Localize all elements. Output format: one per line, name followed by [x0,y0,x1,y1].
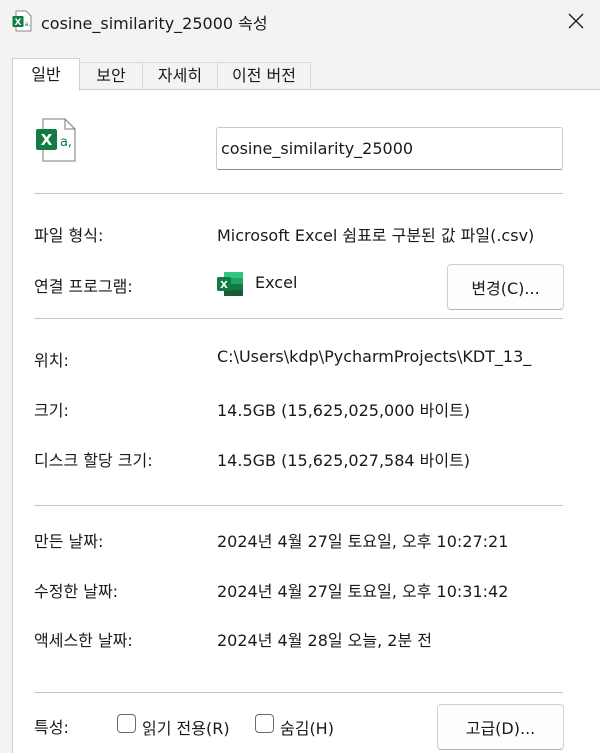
attributes-label: 특성: [34,718,69,737]
file-type-label: 파일 형식: [34,226,104,245]
svg-text:a,: a, [25,21,31,28]
divider [34,692,563,693]
csv-file-icon: X a, [12,10,32,32]
file-name-input[interactable] [216,127,563,170]
excel-app-icon: X [217,272,243,296]
title-bar: X a, cosine_similarity_25000 속성 [0,0,600,42]
svg-text:X: X [220,280,228,291]
change-program-button[interactable]: 변경(C)... [447,264,564,310]
tab-details[interactable]: 자세히 [142,62,218,90]
close-button[interactable] [556,2,596,40]
disk-size-label: 디스크 할당 크기: [34,451,153,470]
readonly-checkbox[interactable] [117,714,136,733]
excel-csv-file-icon: X a, [36,118,76,162]
file-type-value: Microsoft Excel 쉼표로 구분된 값 파일(.csv) [217,226,535,245]
readonly-checkbox-label[interactable]: 읽기 전용(R) [142,715,230,739]
opens-with-app-name: Excel [255,273,298,292]
tab-previous-versions[interactable]: 이전 버전 [217,62,311,90]
accessed-value: 2024년 4월 28일 오늘, 2분 전 [217,631,432,650]
location-label: 위치: [34,351,69,370]
divider [34,193,563,194]
divider [34,318,563,319]
opens-with-label: 연결 프로그램: [34,277,133,296]
size-label: 크기: [34,401,69,420]
modified-value: 2024년 4월 27일 토요일, 오후 10:31:42 [217,582,509,601]
excel-icon-letter: X [41,131,53,149]
divider [34,505,563,506]
general-tab-panel [12,89,600,753]
tab-general[interactable]: 일반 [12,58,80,91]
tab-security[interactable]: 보안 [79,62,143,90]
hidden-checkbox[interactable] [255,714,274,733]
svg-text:X: X [15,18,22,28]
advanced-button[interactable]: 고급(D)... [437,704,564,750]
location-value: C:\Users\kdp\PycharmProjects\KDT_13_ [217,347,532,366]
created-value: 2024년 4월 27일 토요일, 오후 10:27:21 [217,532,509,551]
close-icon [568,13,584,29]
window-title: cosine_similarity_25000 속성 [41,14,268,33]
disk-size-value: 14.5GB (15,625,027,584 바이트) [217,451,471,470]
csv-icon-mark: a, [60,135,72,150]
accessed-label: 액세스한 날짜: [34,631,133,650]
modified-label: 수정한 날짜: [34,582,119,601]
size-value: 14.5GB (15,625,025,000 바이트) [217,401,471,420]
hidden-checkbox-label[interactable]: 숨김(H) [280,715,334,739]
created-label: 만든 날짜: [34,532,104,551]
